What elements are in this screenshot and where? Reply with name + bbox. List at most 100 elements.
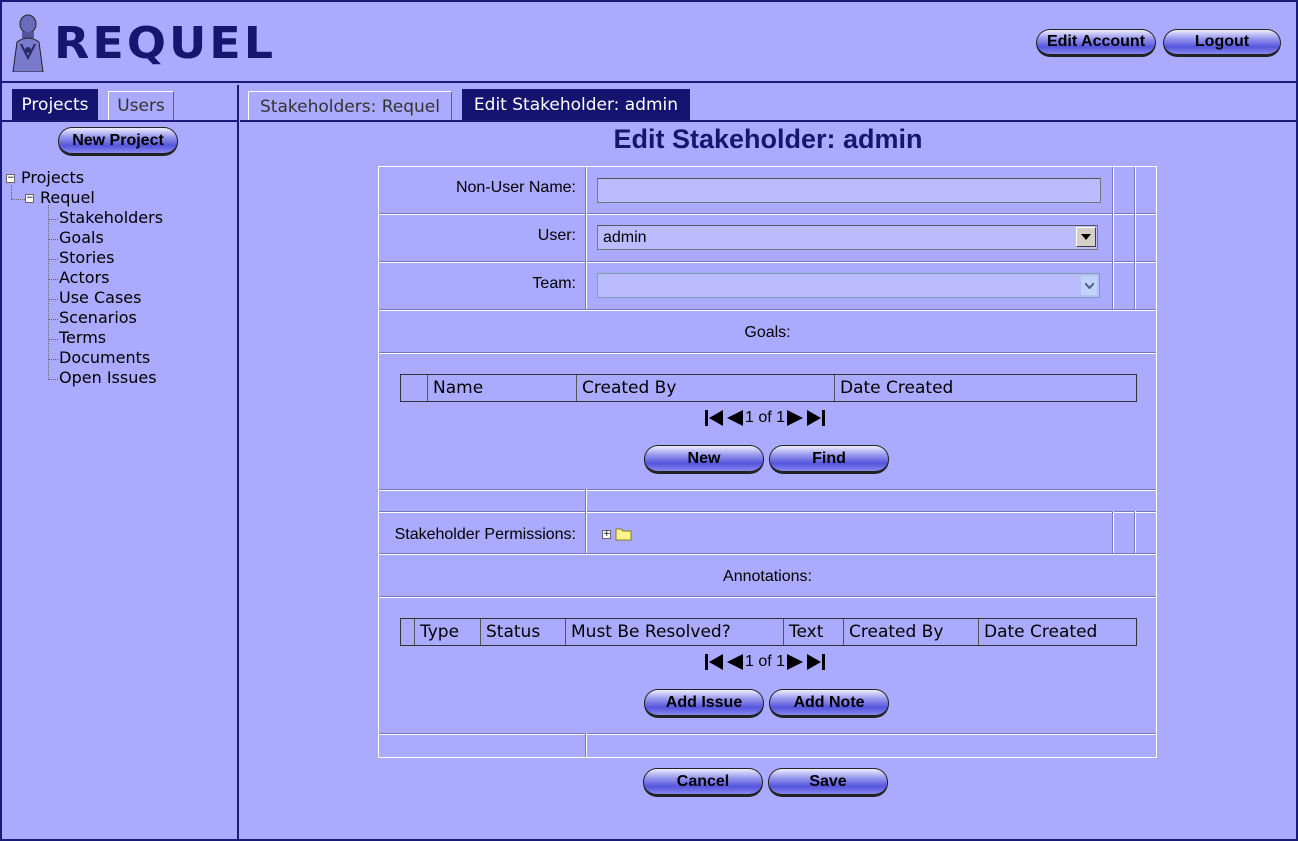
logo-figure-icon xyxy=(7,14,49,76)
last-page-icon[interactable] xyxy=(805,653,826,671)
row-divider xyxy=(379,733,1156,735)
tab-users[interactable]: Users xyxy=(108,91,174,120)
tab-stakeholders-requel[interactable]: Stakeholders: Requel xyxy=(248,91,452,121)
tree-item-stories[interactable]: Stories xyxy=(59,248,114,267)
row-divider xyxy=(379,261,1156,263)
col-divider xyxy=(1112,511,1114,553)
col-divider xyxy=(585,167,587,309)
goals-col-created-by[interactable]: Created By xyxy=(576,375,834,401)
team-select[interactable] xyxy=(597,273,1100,298)
row-divider xyxy=(379,309,1156,311)
team-label: Team: xyxy=(532,275,576,292)
first-page-icon[interactable] xyxy=(705,409,725,427)
stakeholder-form: Non-User Name: User: admin Team: Goals: … xyxy=(378,166,1157,758)
col-divider xyxy=(1112,167,1114,309)
edit-account-button[interactable]: Edit Account xyxy=(1036,29,1156,57)
tree-connector xyxy=(48,299,58,300)
minus-icon[interactable]: − xyxy=(25,194,34,203)
col-divider xyxy=(1134,511,1136,553)
tree-connector xyxy=(48,219,58,220)
row-divider xyxy=(379,596,1156,598)
goals-new-button[interactable]: New xyxy=(644,445,764,474)
prev-page-icon[interactable] xyxy=(725,409,745,427)
user-label: User: xyxy=(537,227,576,244)
annotations-col-type[interactable]: Type xyxy=(414,619,480,645)
prev-page-icon[interactable] xyxy=(725,653,745,671)
next-page-icon[interactable] xyxy=(785,653,805,671)
plus-icon[interactable]: + xyxy=(602,530,611,539)
page-title: Edit Stakeholder: admin xyxy=(613,124,923,154)
header: REQUEL Edit Account Logout xyxy=(2,2,1296,83)
goals-pager-text: 1 of 1 xyxy=(745,409,786,426)
row-divider xyxy=(379,213,1156,215)
dropdown-arrow-icon[interactable] xyxy=(1076,227,1096,247)
stakeholder-permissions-label: Stakeholder Permissions: xyxy=(394,526,576,543)
goals-find-button[interactable]: Find xyxy=(769,445,889,474)
sidebar-tab-divider xyxy=(2,120,237,122)
row-divider xyxy=(379,489,1156,491)
tree-item-actors[interactable]: Actors xyxy=(59,268,109,287)
tree-item-documents[interactable]: Documents xyxy=(59,348,150,367)
goals-pager: 1 of 1 xyxy=(705,409,826,427)
user-select[interactable]: admin xyxy=(597,225,1098,250)
non-user-name-label: Non-User Name: xyxy=(455,179,576,196)
row-divider xyxy=(379,352,1156,354)
annotations-pager-text: 1 of 1 xyxy=(745,653,786,670)
sidebar: Projects Users New Project − Projects − … xyxy=(2,85,239,839)
tab-projects[interactable]: Projects xyxy=(12,89,98,120)
col-divider xyxy=(1134,167,1136,309)
tree-connector xyxy=(11,199,25,200)
annotations-select-column xyxy=(401,619,414,645)
cancel-button[interactable]: Cancel xyxy=(643,768,763,797)
annotations-col-date-created[interactable]: Date Created xyxy=(978,619,1136,645)
goals-table-header: Name Created By Date Created xyxy=(400,374,1137,402)
col-divider xyxy=(585,733,587,757)
annotations-col-text[interactable]: Text xyxy=(783,619,843,645)
annotations-col-status[interactable]: Status xyxy=(480,619,565,645)
first-page-icon[interactable] xyxy=(705,653,725,671)
next-page-icon[interactable] xyxy=(785,409,805,427)
goals-col-date-created[interactable]: Date Created xyxy=(834,375,1136,401)
goals-label: Goals: xyxy=(744,324,791,341)
add-issue-button[interactable]: Add Issue xyxy=(644,689,764,718)
tree-connector xyxy=(48,259,58,260)
annotations-table-header: Type Status Must Be Resolved? Text Creat… xyxy=(400,618,1137,646)
tree-connector xyxy=(48,379,58,380)
row-divider xyxy=(379,553,1156,555)
tree-item-terms[interactable]: Terms xyxy=(59,328,106,347)
folder-icon[interactable] xyxy=(615,526,633,545)
logo-text: REQUEL xyxy=(54,17,277,69)
row-divider xyxy=(379,511,1156,513)
new-project-button[interactable]: New Project xyxy=(58,127,178,156)
main-tab-divider xyxy=(240,120,1296,122)
tree-item-scenarios[interactable]: Scenarios xyxy=(59,308,137,327)
tree-item-projects[interactable]: Projects xyxy=(21,168,84,187)
tree-connector xyxy=(48,319,58,320)
last-page-icon[interactable] xyxy=(805,409,826,427)
goals-select-column xyxy=(401,375,427,401)
col-divider xyxy=(585,489,587,553)
annotations-col-must-be-resolved[interactable]: Must Be Resolved? xyxy=(565,619,783,645)
annotations-label: Annotations: xyxy=(723,568,812,585)
non-user-name-field[interactable] xyxy=(597,178,1101,203)
save-button[interactable]: Save xyxy=(768,768,888,797)
tree-item-use-cases[interactable]: Use Cases xyxy=(59,288,141,307)
user-select-value: admin xyxy=(603,229,647,246)
tree-item-goals[interactable]: Goals xyxy=(59,228,104,247)
tree-connector xyxy=(48,359,58,360)
tab-edit-stakeholder[interactable]: Edit Stakeholder: admin xyxy=(462,89,690,121)
annotations-col-created-by[interactable]: Created By xyxy=(843,619,978,645)
logout-button[interactable]: Logout xyxy=(1163,29,1281,57)
add-note-button[interactable]: Add Note xyxy=(769,689,889,718)
tree-connector xyxy=(48,239,58,240)
annotations-pager: 1 of 1 xyxy=(705,653,826,671)
tree-connector xyxy=(48,279,58,280)
goals-col-name[interactable]: Name xyxy=(427,375,576,401)
tree-item-stakeholders[interactable]: Stakeholders xyxy=(59,208,163,227)
dropdown-arrow-icon[interactable] xyxy=(1080,275,1098,296)
tree-connector xyxy=(11,185,12,199)
tree-connector xyxy=(48,205,49,380)
minus-icon[interactable]: − xyxy=(6,174,15,183)
tree-connector xyxy=(48,339,58,340)
tree-item-open-issues[interactable]: Open Issues xyxy=(59,368,157,387)
